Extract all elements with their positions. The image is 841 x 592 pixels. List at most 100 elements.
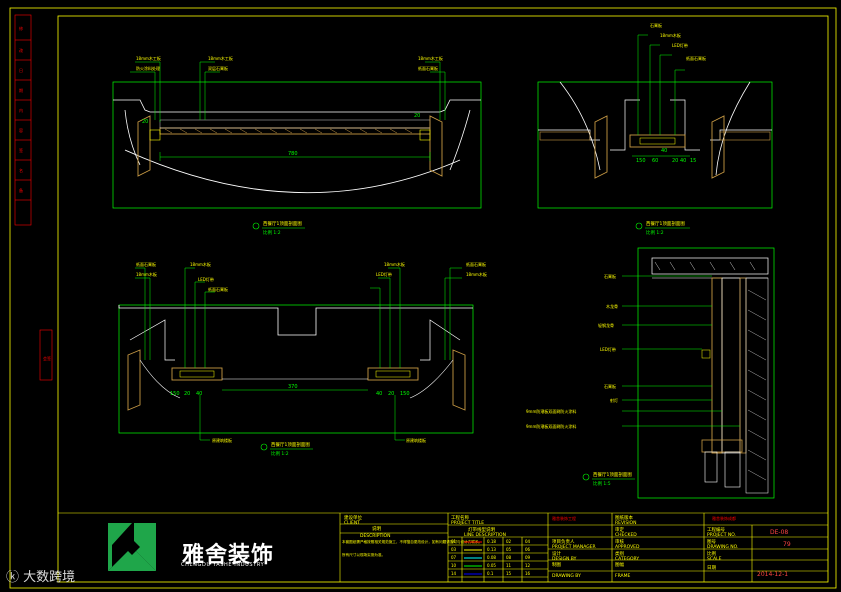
svg-text:05: 05 xyxy=(506,547,512,552)
svg-text:LED灯带: LED灯带 xyxy=(672,42,688,48)
svg-text:09: 09 xyxy=(525,555,531,560)
svg-text:SCALE: SCALE xyxy=(707,556,722,562)
svg-text:轻钢龙骨: 轻钢龙骨 xyxy=(598,322,614,328)
view-4-scale: 比例 1:5 xyxy=(593,480,611,487)
drawing-svg: 修改日 期内容 签名备 会签 780 20 20 18mm木工板 防火涂料处理 … xyxy=(9,7,837,589)
view-2-scale: 比例 1:2 xyxy=(646,229,664,236)
svg-text:11: 11 xyxy=(506,563,512,568)
svg-text:60: 60 xyxy=(652,158,658,164)
svg-text:79: 79 xyxy=(783,541,791,548)
svg-text:比例: 比例 xyxy=(707,550,716,557)
watermark: ⓚ 大数跨境 xyxy=(6,566,75,585)
view-2-labels: 石膏板 18mm木板 LED灯带 纸面石膏板 xyxy=(650,22,706,61)
svg-text:18mm木板: 18mm木板 xyxy=(190,261,211,267)
svg-text:建设单位: 建设单位 xyxy=(344,514,362,521)
view-4-labels: 石膏板 木龙骨 轻钢龙骨 LED灯带 石膏板 射灯 9mm防潮板双面刷防火涂料 … xyxy=(526,273,618,429)
svg-text:改: 改 xyxy=(19,47,23,53)
dim-top-left-small: 20 xyxy=(142,119,148,125)
svg-text:CATEGORY: CATEGORY xyxy=(615,556,639,562)
svg-text:工程编号: 工程编号 xyxy=(707,526,725,533)
view-1-title: 西餐厅1顶面剖面图 xyxy=(263,220,302,227)
svg-text:18mm木工板: 18mm木工板 xyxy=(208,55,233,61)
svg-text:40: 40 xyxy=(661,148,667,154)
svg-text:日期: 日期 xyxy=(707,565,716,571)
svg-text:07: 07 xyxy=(451,555,457,560)
view-1-caption: 西餐厅1顶面剖面图 比例 1:2 xyxy=(252,220,305,236)
svg-text:期: 期 xyxy=(19,87,23,93)
svg-text:制图: 制图 xyxy=(552,561,561,568)
svg-text:12: 12 xyxy=(525,563,531,568)
svg-text:18mm木板: 18mm木板 xyxy=(660,32,681,38)
view-1-scale: 比例 1:2 xyxy=(263,229,281,236)
view-2-section xyxy=(537,34,773,209)
svg-text:370: 370 xyxy=(288,384,298,390)
cad-drawing-canvas: 修改日 期内容 签名备 会签 780 20 20 18mm木工板 防火涂料处理 … xyxy=(0,0,841,592)
svg-text:内: 内 xyxy=(19,107,23,113)
svg-text:CHECKED: CHECKED xyxy=(615,532,637,538)
svg-text:灯带线型说明: 灯带线型说明 xyxy=(468,526,495,533)
svg-text:DE-08: DE-08 xyxy=(770,529,788,536)
svg-text:CLIENT: CLIENT xyxy=(344,520,360,526)
dim-top-span: 780 xyxy=(288,151,298,157)
svg-text:类别: 类别 xyxy=(615,550,624,557)
view-2-title: 西餐厅1顶面剖面图 xyxy=(646,220,685,227)
svg-text:备: 备 xyxy=(19,187,23,193)
svg-text:0.1: 0.1 xyxy=(487,571,494,576)
svg-text:15: 15 xyxy=(690,158,696,164)
svg-text:40: 40 xyxy=(680,158,686,164)
svg-text:15: 15 xyxy=(506,571,512,576)
svg-text:9mm防潮板双面刷防火涂料: 9mm防潮板双面刷防火涂料 xyxy=(526,408,576,414)
view-1-dims: 780 20 20 xyxy=(142,113,420,157)
svg-text:纸面石膏板: 纸面石膏板 xyxy=(208,286,228,292)
svg-text:04: 04 xyxy=(525,539,531,544)
view-1-labels: 18mm木工板 防火涂料处理 18mm木工板 双层石膏板 18mm木工板 纸面石… xyxy=(136,55,443,71)
svg-text:工程名称: 工程名称 xyxy=(451,514,469,521)
svg-text:签: 签 xyxy=(19,147,23,153)
svg-text:18mm木板: 18mm木板 xyxy=(466,271,487,277)
svg-text:06: 06 xyxy=(525,547,531,552)
svg-text:18mm木工板: 18mm木工板 xyxy=(418,55,443,61)
svg-text:DESIGN BY: DESIGN BY xyxy=(552,556,577,562)
view-3-section xyxy=(118,267,474,441)
svg-text:150: 150 xyxy=(400,391,410,397)
view-1-section xyxy=(112,61,482,209)
svg-text:0.13: 0.13 xyxy=(487,547,496,552)
svg-text:木龙骨: 木龙骨 xyxy=(606,303,618,309)
view-3-dims: 370 150 20 40 40 20 150 xyxy=(170,384,410,397)
view-3-scale: 比例 1:2 xyxy=(271,450,289,457)
svg-text:20: 20 xyxy=(388,391,394,397)
svg-text:容: 容 xyxy=(19,127,23,133)
svg-text:REVISION: REVISION xyxy=(615,520,636,526)
svg-text:LINE DESCRIPTION: LINE DESCRIPTION xyxy=(464,532,506,538)
svg-text:石膏板: 石膏板 xyxy=(604,273,616,279)
svg-text:LED灯带: LED灯带 xyxy=(600,346,616,352)
watermark-text: 大数跨境 xyxy=(23,570,76,585)
svg-text:01: 01 xyxy=(451,539,457,544)
svg-text:PROJECT MANAGER: PROJECT MANAGER xyxy=(552,544,596,550)
svg-text:纸面石膏板: 纸面石膏板 xyxy=(686,55,706,61)
svg-text:日: 日 xyxy=(19,68,23,73)
svg-text:双层石膏板: 双层石膏板 xyxy=(208,65,228,71)
view-3-caption: 西餐厅1顶面剖面图 比例 1:2 xyxy=(260,441,313,457)
svg-text:18mm木板: 18mm木板 xyxy=(384,261,405,267)
svg-text:原建筑楼板: 原建筑楼板 xyxy=(212,437,232,443)
svg-text:40: 40 xyxy=(376,391,382,397)
svg-text:设计: 设计 xyxy=(552,550,561,557)
revision-strip-marks: 修改日 期内容 签名备 会签 xyxy=(19,25,51,361)
svg-text:DESCRIPTION: DESCRIPTION xyxy=(360,533,390,539)
svg-text:图纸版本: 图纸版本 xyxy=(615,514,633,521)
svg-text:0.18: 0.18 xyxy=(487,539,496,544)
view-4-title: 西餐厅1顶面剖面图 xyxy=(593,471,632,478)
svg-text:18mm木板: 18mm木板 xyxy=(136,271,157,277)
svg-text:说明: 说明 xyxy=(372,525,381,532)
svg-text:本套图纸需严格按照相关规范施工，不得擅自更改设计，如有问题请: 本套图纸需严格按照相关规范施工，不得擅自更改设计，如有问题请及时与设计方联系。 xyxy=(342,539,482,544)
svg-text:防火涂料处理: 防火涂料处理 xyxy=(136,65,160,71)
drawing-border xyxy=(57,15,829,583)
svg-text:原建筑楼板: 原建筑楼板 xyxy=(406,437,426,443)
view-3-labels: 纸面石膏板 18mm木板 18mm木板 LED灯带 纸面石膏板 18mm木板 L… xyxy=(136,261,487,443)
svg-text:修: 修 xyxy=(19,25,23,31)
svg-text:审定: 审定 xyxy=(615,526,624,533)
view-2-caption: 西餐厅1顶面剖面图 比例 1:2 xyxy=(635,220,690,236)
svg-text:150: 150 xyxy=(170,391,180,397)
svg-text:20: 20 xyxy=(672,158,678,164)
